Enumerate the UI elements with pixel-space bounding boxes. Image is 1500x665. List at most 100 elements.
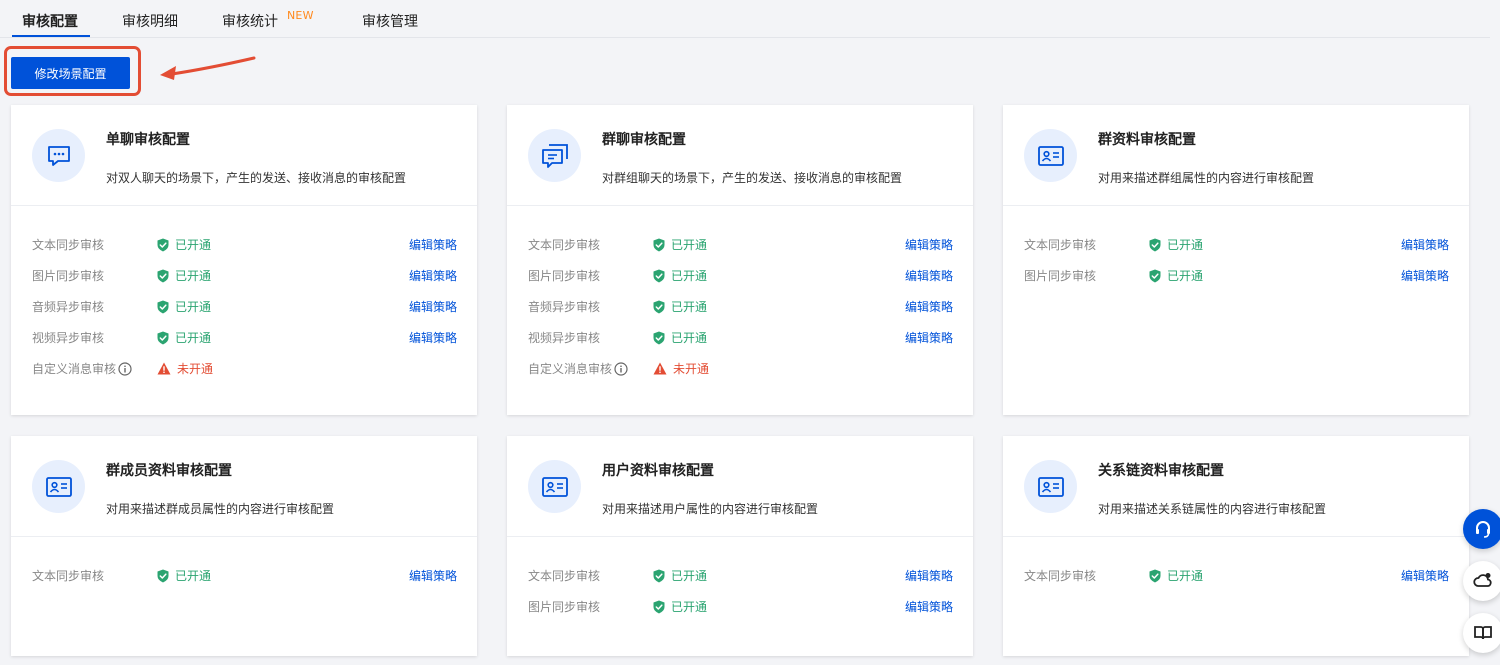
edit-policy-link[interactable]: 编辑策略 — [905, 567, 953, 584]
tab-audit-detail[interactable]: 审核明细 — [122, 11, 178, 31]
edit-policy-link[interactable]: 编辑策略 — [409, 567, 457, 584]
audit-items: 文本同步审核 已开通 编辑策略 图片同步审核 已开通 编辑策略 — [507, 567, 973, 629]
status-badge: 已开通 — [653, 298, 707, 315]
audit-item-label: 图片同步审核 — [528, 600, 601, 614]
warning-icon — [157, 362, 171, 375]
shield-check-icon — [157, 331, 169, 344]
edit-policy-link[interactable]: 编辑策略 — [1401, 267, 1449, 284]
audit-item-row: 文本同步审核 已开通 编辑策略 — [507, 567, 973, 598]
audit-item-row: 图片同步审核 已开通 编辑策略 — [11, 267, 477, 298]
status-badge: 已开通 — [157, 329, 211, 346]
shield-check-icon — [1149, 269, 1161, 282]
audit-item-label: 视频异步审核 — [32, 331, 105, 345]
edit-policy-link[interactable]: 编辑策略 — [1401, 567, 1449, 584]
card-description: 对用来描述关系链属性的内容进行审核配置 — [1098, 502, 1327, 516]
book-icon — [1474, 626, 1492, 640]
info-icon[interactable] — [118, 361, 132, 376]
docs-button[interactable] — [1463, 613, 1500, 653]
edit-policy-link[interactable]: 编辑策略 — [1401, 236, 1449, 253]
shield-check-icon — [157, 238, 169, 251]
chat-bubble-icon — [32, 129, 85, 182]
audit-item-row: 文本同步审核 已开通 编辑策略 — [1003, 236, 1469, 267]
audit-item-label: 自定义消息审核 — [32, 360, 132, 377]
tab-bar: 审核配置 审核明细 审核统计 NEW 审核管理 — [0, 0, 1490, 38]
status-badge: 已开通 — [1149, 236, 1203, 253]
audit-item-row: 图片同步审核 已开通 编辑策略 — [1003, 267, 1469, 298]
edit-policy-link[interactable]: 编辑策略 — [905, 598, 953, 615]
card-description: 对用来描述群组属性的内容进行审核配置 — [1098, 171, 1315, 185]
audit-item-row: 音频异步审核 已开通 编辑策略 — [507, 298, 973, 329]
card-title: 群成员资料审核配置 — [106, 463, 232, 479]
audit-items: 文本同步审核 已开通 编辑策略 — [11, 567, 477, 598]
shield-check-icon — [157, 569, 169, 582]
status-badge: 已开通 — [157, 567, 211, 584]
edit-policy-link[interactable]: 编辑策略 — [905, 329, 953, 346]
audit-item-row: 文本同步审核 已开通 编辑策略 — [11, 236, 477, 267]
status-badge: 已开通 — [653, 598, 707, 615]
active-tab-underline — [12, 35, 90, 37]
edit-policy-link[interactable]: 编辑策略 — [409, 329, 457, 346]
shield-check-icon — [653, 300, 665, 313]
config-card: 群成员资料审核配置对用来描述群成员属性的内容进行审核配置文本同步审核 已开通 编辑策… — [11, 436, 477, 656]
edit-policy-link[interactable]: 编辑策略 — [905, 267, 953, 284]
edit-policy-link[interactable]: 编辑策略 — [905, 298, 953, 315]
tab-audit-manage[interactable]: 审核管理 — [362, 11, 418, 31]
audit-item-label: 文本同步审核 — [32, 238, 105, 252]
audit-item-label: 文本同步审核 — [1024, 569, 1097, 583]
new-badge: NEW — [287, 9, 314, 22]
tab-audit-config[interactable]: 审核配置 — [22, 11, 78, 31]
config-card: 用户资料审核配置 对用来描述用户属性的内容进行审核配置 文本同步审核 已开通 编辑策略图… — [507, 436, 973, 656]
audit-item-label: 文本同步审核 — [528, 569, 601, 583]
status-badge: 已开通 — [653, 236, 707, 253]
audit-item-label: 图片同步审核 — [528, 269, 601, 283]
shield-check-icon — [653, 238, 665, 251]
edit-policy-link[interactable]: 编辑策略 — [409, 298, 457, 315]
status-badge: 已开通 — [157, 298, 211, 315]
audit-items: 文本同步审核 已开通 编辑策略 图片同步审核 已开通 编辑策略 — [1003, 236, 1469, 298]
cloud-user-icon — [1473, 573, 1492, 587]
audit-items: 文本同步审核 已开通 编辑策略 — [1003, 567, 1469, 598]
cloud-service-button[interactable] — [1463, 561, 1500, 601]
group-chat-icon — [528, 129, 581, 182]
config-card: 单聊审核配置 对双人聊天的场景下，产生的发送、接收消息的审核配置 文本同步审核 已开通… — [11, 105, 477, 415]
warning-icon — [653, 362, 667, 375]
audit-item-row: 图片同步审核 已开通 编辑策略 — [507, 598, 973, 629]
profile-card-icon — [32, 460, 85, 513]
audit-item-label: 文本同步审核 — [528, 238, 601, 252]
audit-item-label: 文本同步审核 — [32, 569, 105, 583]
card-header: 关系链资料审核配置 对用来描述关系链属性的内容进行审核配置 — [1003, 436, 1469, 537]
tab-audit-stats[interactable]: 审核统计 — [222, 11, 278, 31]
shield-check-icon — [1149, 238, 1161, 251]
shield-check-icon — [653, 569, 665, 582]
status-badge: 已开通 — [157, 267, 211, 284]
card-description: 对群组聊天的场景下，产生的发送、接收消息的审核配置 — [602, 171, 903, 185]
annotation-arrow-icon — [160, 56, 256, 80]
status-badge: 未开通 — [157, 360, 213, 377]
profile-card-icon — [528, 460, 581, 513]
status-badge: 已开通 — [1149, 267, 1203, 284]
card-description: 对用来描述群成员属性的内容进行审核配置 — [106, 502, 335, 516]
status-badge: 已开通 — [157, 236, 211, 253]
card-title: 群资料审核配置 — [1098, 132, 1196, 148]
audit-item-row: 文本同步审核 已开通 编辑策略 — [11, 567, 477, 598]
customer-service-button[interactable] — [1463, 509, 1500, 549]
config-card: 群资料审核配置 对用来描述群组属性的内容进行审核配置 文本同步审核 已开通 编辑策略 图片… — [1003, 105, 1469, 415]
shield-check-icon — [653, 331, 665, 344]
audit-item-row: 文本同步审核 已开通 编辑策略 — [507, 236, 973, 267]
modify-scene-config-button[interactable]: 修改场景配置 — [11, 57, 130, 89]
audit-item-label: 文本同步审核 — [1024, 238, 1097, 252]
edit-policy-link[interactable]: 编辑策略 — [409, 236, 457, 253]
audit-item-label: 视频异步审核 — [528, 331, 601, 345]
audit-items: 文本同步审核 已开通 编辑策略 图片同步审核 已开通 编辑策略 音频异步审核 已开通 编辑策略视… — [11, 236, 477, 391]
status-badge: 未开通 — [653, 360, 709, 377]
config-card: 群聊审核配置 对群组聊天的场景下，产生的发送、接收消息的审核配置 文本同步审核 已开通… — [507, 105, 973, 415]
shield-check-icon — [157, 269, 169, 282]
edit-policy-link[interactable]: 编辑策略 — [905, 236, 953, 253]
card-title: 单聊审核配置 — [106, 132, 190, 148]
edit-policy-link[interactable]: 编辑策略 — [409, 267, 457, 284]
info-icon[interactable] — [614, 361, 628, 376]
status-badge: 已开通 — [653, 329, 707, 346]
audit-item-row: 自定义消息审核 未开通 — [11, 360, 477, 391]
card-header: 群聊审核配置 对群组聊天的场景下，产生的发送、接收消息的审核配置 — [507, 105, 973, 206]
headset-icon — [1476, 521, 1490, 538]
